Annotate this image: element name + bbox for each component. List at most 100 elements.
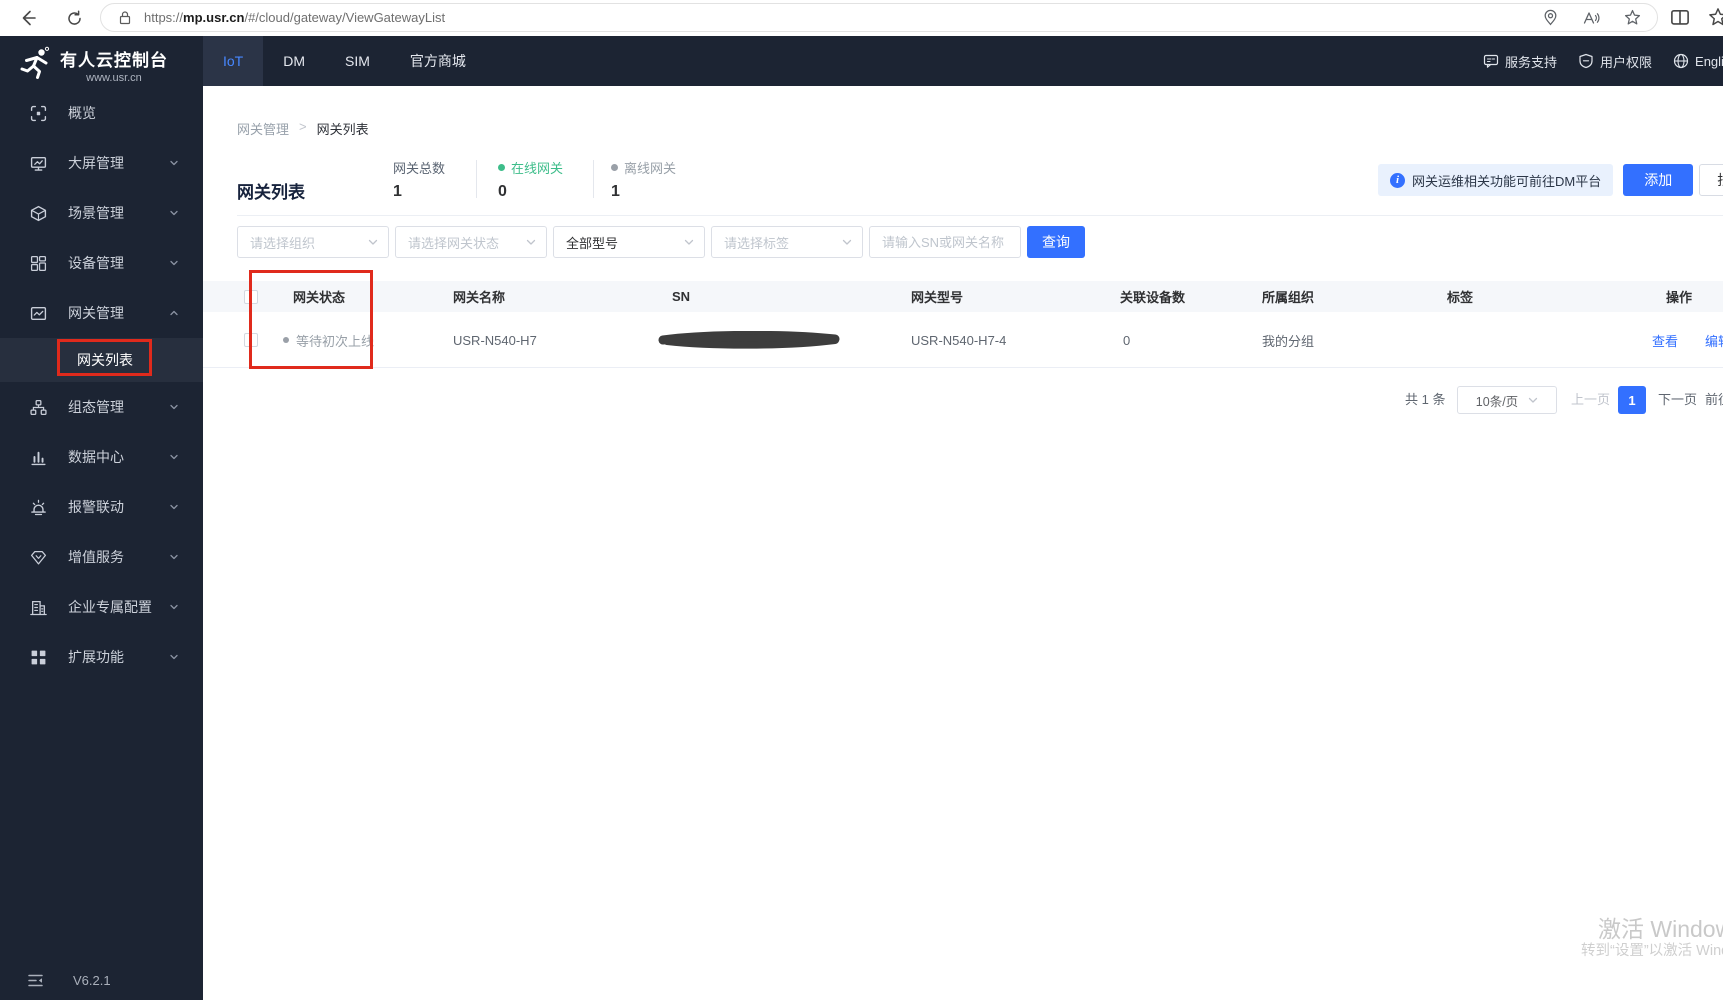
col-organization: 所属组织 <box>1262 290 1315 305</box>
chevron-down-icon <box>368 239 378 246</box>
alarm-siren-icon <box>30 499 47 516</box>
col-gateway-status: 网关状态 <box>293 290 346 305</box>
favorite-star-icon[interactable] <box>1624 9 1641 26</box>
sidebar-item-value-added[interactable]: 增值服务 <box>0 532 203 582</box>
edit-action-link[interactable]: 编辑 <box>1705 312 1723 368</box>
sidebar-item-device-mgmt[interactable]: 设备管理 <box>0 238 203 288</box>
shield-icon <box>1578 53 1594 69</box>
col-sn: SN <box>672 289 691 304</box>
breadcrumb-current: 网关列表 <box>316 122 369 137</box>
add-gateway-button[interactable]: 添加 <box>1623 164 1694 196</box>
stat-online-label: 在线网关 <box>498 158 577 177</box>
user-permission[interactable]: 用户权限 <box>1578 52 1652 71</box>
url-text: https://mp.usr.cn/#/cloud/gateway/ViewGa… <box>144 10 446 25</box>
tab-dm[interactable]: DM <box>263 36 325 86</box>
page: https://mp.usr.cn/#/cloud/gateway/ViewGa… <box>0 0 1723 1000</box>
language-switch[interactable]: English <box>1673 53 1723 69</box>
sidebar-item-overview[interactable]: 概览 <box>0 88 203 138</box>
page-number-1[interactable]: 1 <box>1618 386 1646 414</box>
col-actions: 操作 <box>1666 290 1693 305</box>
linked-devices-cell: 0 <box>1123 332 1131 348</box>
globe-icon <box>1673 53 1689 69</box>
chevron-down-icon <box>526 239 536 246</box>
chevron-down-icon <box>169 652 179 662</box>
sidebar-item-extensions[interactable]: 扩展功能 <box>0 632 203 682</box>
col-gateway-model: 网关型号 <box>911 290 964 305</box>
row-checkbox[interactable] <box>244 332 258 347</box>
brand-logo-icon <box>18 46 52 80</box>
view-action-link[interactable]: 查看 <box>1652 312 1678 368</box>
service-support-label: 服务支持 <box>1505 54 1558 70</box>
page-size-select[interactable]: 10条/页 <box>1457 386 1557 414</box>
brand-title: 有人云控制台 <box>60 51 168 70</box>
chevron-down-icon <box>169 402 179 412</box>
stat-offline-label: 离线网关 <box>611 158 696 177</box>
chevron-down-icon <box>169 208 179 218</box>
gateway-table: 网关状态 网关名称 SN 网关型号 关联设备数 所属组织 标签 操作 等待初次上… <box>203 281 1723 368</box>
collapse-sidebar-icon[interactable] <box>28 974 43 987</box>
address-bar[interactable]: https://mp.usr.cn/#/cloud/gateway/ViewGa… <box>100 3 1658 32</box>
bar-chart-icon <box>30 449 47 466</box>
sidebar-item-config-mgmt[interactable]: 组态管理 <box>0 382 203 432</box>
sidebar-item-alarm-linkage[interactable]: 报警联动 <box>0 482 203 532</box>
language-label: English <box>1695 53 1723 69</box>
organization-cell: 我的分组 <box>1262 333 1315 349</box>
gateway-name-cell: USR-N540-H7 <box>453 332 537 348</box>
overview-icon <box>30 105 47 122</box>
stat-divider <box>476 160 477 198</box>
header-divider <box>237 215 1723 216</box>
query-button[interactable]: 查询 <box>1027 226 1085 258</box>
top-navbar: IoT DM SIM 官方商城 服务支持 用户权限 Engli <box>0 36 1723 86</box>
gateway-model-cell: USR-N540-H7-4 <box>911 332 1007 348</box>
filter-bar: 请选择组织 请选择网关状态 全部型号 请选择标签 查询 <box>237 226 1085 258</box>
sidebar: 有人云控制台 www.usr.cn 概览 大屏管理 场景管理 设备管理 网关管理… <box>0 36 203 1000</box>
status-dot <box>283 337 289 343</box>
version-label: V6.2.1 <box>73 972 111 988</box>
sidebar-item-gateway-mgmt[interactable]: 网关管理 <box>0 288 203 338</box>
gateway-status-cell: 等待初次上线 <box>283 312 374 368</box>
stat-divider <box>593 160 594 198</box>
sidebar-item-enterprise-config[interactable]: 企业专属配置 <box>0 582 203 632</box>
breadcrumb: 网关管理 > 网关列表 <box>237 119 369 138</box>
batch-button[interactable]: 批量 <box>1699 164 1723 196</box>
tab-iot[interactable]: IoT <box>203 36 264 86</box>
stat-total-value: 1 <box>393 183 402 200</box>
info-icon: i <box>1390 172 1405 188</box>
brand[interactable]: 有人云控制台 www.usr.cn <box>0 36 203 84</box>
org-select[interactable]: 请选择组织 <box>237 226 389 258</box>
read-aloud-icon[interactable] <box>1583 10 1600 26</box>
select-all-checkbox[interactable] <box>244 289 258 304</box>
model-select[interactable]: 全部型号 <box>553 226 705 258</box>
sidebar-item-scene-mgmt[interactable]: 场景管理 <box>0 188 203 238</box>
table-row: 等待初次上线 USR-N540-H7 USR-N540-H7-4 0 我的分组 … <box>203 312 1723 368</box>
sidebar-item-screen-mgmt[interactable]: 大屏管理 <box>0 138 203 188</box>
sidebar-subitem-gateway-list[interactable]: 网关列表 <box>0 338 203 382</box>
collections-star-icon[interactable] <box>1708 7 1723 27</box>
browser-back-button[interactable] <box>10 0 46 36</box>
gateway-status-select[interactable]: 请选择网关状态 <box>395 226 547 258</box>
sn-search-input[interactable] <box>869 226 1021 258</box>
service-support[interactable]: 服务支持 <box>1483 52 1557 71</box>
browser-refresh-button[interactable] <box>56 0 92 36</box>
device-grid-icon <box>30 255 47 272</box>
chevron-down-icon <box>842 239 852 246</box>
tab-sim[interactable]: SIM <box>325 36 390 86</box>
tab-mall[interactable]: 官方商城 <box>390 36 486 86</box>
building-icon <box>30 599 47 616</box>
chat-icon <box>1483 53 1499 69</box>
location-icon[interactable] <box>1542 9 1559 26</box>
online-dot <box>498 164 505 171</box>
col-linked-devices: 关联设备数 <box>1120 290 1186 305</box>
gateway-chart-icon <box>30 305 47 322</box>
split-screen-icon[interactable] <box>1670 7 1690 27</box>
breadcrumb-parent[interactable]: 网关管理 <box>237 119 289 138</box>
next-page-button[interactable]: 下一页 <box>1658 386 1697 414</box>
prev-page-button[interactable]: 上一页 <box>1571 386 1610 414</box>
sidebar-item-data-center[interactable]: 数据中心 <box>0 432 203 482</box>
user-permission-label: 用户权限 <box>1600 54 1653 70</box>
topology-icon <box>30 399 47 416</box>
back-arrow-icon <box>19 9 37 27</box>
windows-activation-watermark-line2: 转到“设置”以激活 Windows。 <box>1581 943 1723 959</box>
chevron-down-icon <box>684 239 694 246</box>
tag-select[interactable]: 请选择标签 <box>711 226 863 258</box>
